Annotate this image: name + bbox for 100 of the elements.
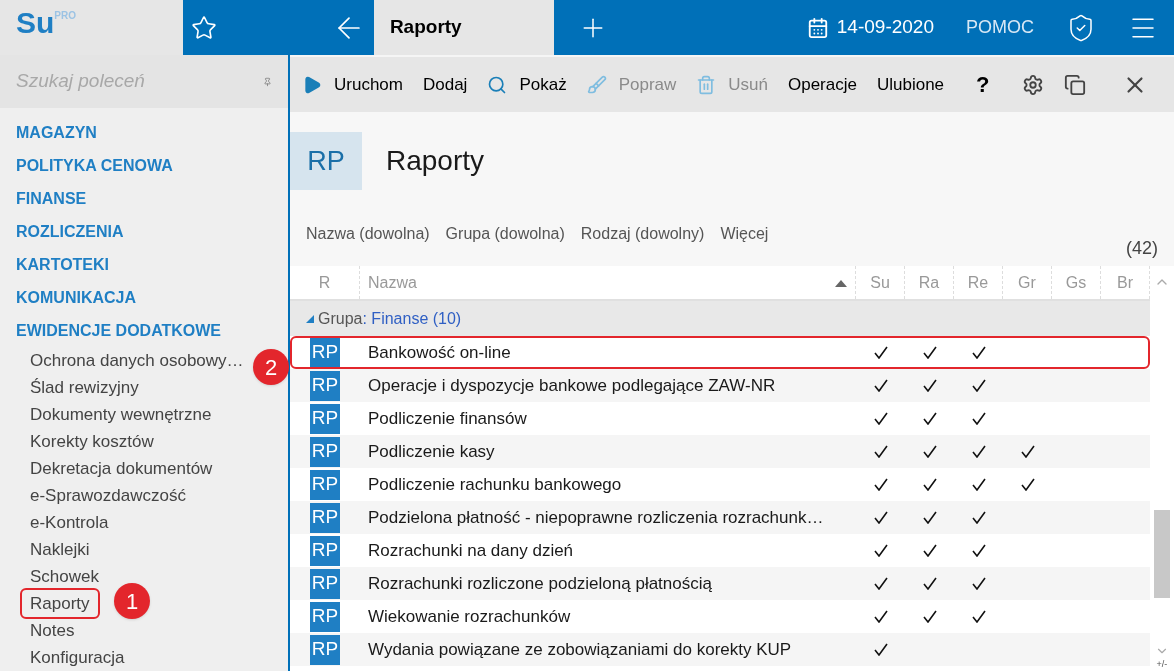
sidebar-item[interactable]: Konfiguracja — [22, 644, 133, 671]
toolbar-button[interactable]: Ulubione — [876, 71, 945, 98]
brush-icon — [586, 74, 607, 95]
sidebar-item[interactable]: e-Sprawozdawczość — [22, 482, 194, 509]
check-icon — [922, 412, 937, 425]
report-name: Podliczenie kasy — [367, 440, 496, 463]
report-name: Rozrachunki na dany dzień — [367, 539, 575, 562]
report-type-icon: RP — [310, 568, 340, 599]
table-row[interactable]: RP Bankowość on-line — [290, 336, 1150, 369]
check-icon — [922, 511, 937, 524]
toolbar-button[interactable]: Dodaj — [422, 71, 468, 98]
report-type-icon: RP — [310, 337, 340, 368]
report-name: Podliczenie finansów — [367, 407, 528, 430]
report-name: Operacje i dyspozycje bankowe podlegające ZAW-NR — [367, 374, 777, 397]
calendar-icon[interactable] — [806, 16, 829, 39]
report-name: Bankowość on-line — [367, 341, 512, 364]
report-name: Wiekowanie rozrachunków — [367, 605, 572, 628]
group-value: : Finanse (10) — [362, 308, 462, 329]
filter-link[interactable]: Rodzaj (dowolny) — [580, 222, 705, 246]
report-type-icon: RP — [310, 634, 340, 665]
sidebar-item[interactable]: Notes — [22, 617, 83, 644]
check-icon — [922, 445, 937, 458]
trash-icon — [696, 74, 717, 95]
table-row[interactable]: RP Wydania powiązane ze zobowiązaniami do korekty KUP — [290, 633, 1150, 666]
check-icon — [922, 577, 937, 590]
sidebar-section[interactable]: KOMUNIKACJA — [0, 281, 288, 314]
report-type-icon: RP — [310, 535, 340, 566]
check-icon — [873, 511, 888, 524]
sidebar-item[interactable]: Schowek — [22, 563, 107, 590]
report-type-icon: RP — [310, 601, 340, 632]
toggle-text[interactable]: +/- — [1156, 657, 1168, 671]
check-icon — [873, 544, 888, 557]
report-type-icon: RP — [310, 436, 340, 467]
table-row[interactable]: RP Rozrachunki rozliczone podzieloną płatnością — [290, 567, 1150, 600]
sidebar-item[interactable]: Ochrona danych osobowy… — [22, 347, 252, 374]
check-icon — [922, 478, 937, 491]
table-row[interactable]: RP Podzielona płatność - niepoprawne rozliczenia rozrachunk… — [290, 501, 1150, 534]
sidebar-section[interactable]: POLITYKA CENOWA — [0, 149, 288, 182]
filter-link[interactable]: Grupa (dowolna) — [445, 222, 565, 246]
check-icon — [922, 346, 937, 359]
settings-icon[interactable] — [1021, 73, 1044, 96]
sidebar-item[interactable]: e-Kontrola — [22, 509, 117, 536]
search-field[interactable]: Szukaj poleceń — [0, 55, 288, 108]
date-text[interactable]: 14-09-2020 — [836, 13, 934, 42]
sidebar-item[interactable]: Dekretacja dokumentów — [22, 455, 221, 482]
check-icon — [873, 610, 888, 623]
check-icon — [1020, 478, 1035, 491]
report-name: Podzielona płatność - niepoprawne rozliczenia rozrachunk… — [367, 506, 825, 529]
toolbar-button[interactable]: Uruchom — [302, 71, 403, 98]
check-icon — [971, 478, 986, 491]
help-link[interactable]: POMOC — [966, 14, 1034, 41]
group-label: Grupa — [318, 308, 363, 329]
check-icon — [971, 544, 986, 557]
sidebar-section[interactable]: MAGAZYN — [0, 116, 288, 149]
toolbar-button[interactable]: Pokaż — [487, 71, 567, 98]
scrollbar-thumb[interactable] — [1154, 510, 1170, 598]
active-tab[interactable]: Raporty — [373, 0, 554, 55]
check-icon — [873, 478, 888, 491]
filter-link[interactable]: Więcej — [720, 222, 769, 246]
sidebar-item[interactable]: Korekty kosztów — [22, 428, 162, 455]
expand-triangle-icon[interactable] — [306, 314, 314, 323]
check-icon — [971, 610, 986, 623]
check-icon — [971, 379, 986, 392]
check-icon — [922, 379, 937, 392]
report-badge: RP — [290, 132, 362, 190]
check-icon — [1020, 445, 1035, 458]
sidebar-item[interactable]: Dokumenty wewnętrzne — [22, 401, 220, 428]
sidebar-section[interactable]: KARTOTEKI — [0, 248, 288, 281]
search-input[interactable]: Szukaj poleceń — [16, 67, 263, 96]
group-row[interactable]: Grupa: Finanse (10) — [290, 301, 1150, 336]
check-icon — [922, 544, 937, 557]
check-icon — [922, 610, 937, 623]
favorites-star-icon[interactable] — [191, 14, 217, 41]
sidebar-section[interactable]: EWIDENCJE DODATKOWE — [0, 314, 288, 347]
table-row[interactable]: RP Podliczenie kasy — [290, 435, 1150, 468]
table-row[interactable]: RP Operacje i dyspozycje bankowe podlegające ZAW-NR — [290, 369, 1150, 402]
check-icon — [971, 577, 986, 590]
sidebar-section[interactable]: FINANSE — [0, 182, 288, 215]
search-icon — [487, 74, 508, 95]
check-icon — [873, 445, 888, 458]
sidebar-item[interactable]: Naklejki — [22, 536, 98, 563]
filter-link[interactable]: Nazwa (dowolna) — [306, 222, 430, 246]
sidebar-item[interactable]: Raporty — [22, 590, 98, 617]
help-button[interactable]: ? — [976, 68, 990, 101]
toolbar-button[interactable]: Operacje — [787, 71, 857, 98]
sidebar-section[interactable]: ROZLICZENIA — [0, 215, 288, 248]
check-icon — [873, 577, 888, 590]
check-icon — [971, 346, 986, 359]
report-name: Rozrachunki rozliczone podzieloną płatnością — [367, 572, 713, 595]
report-type-icon: RP — [310, 403, 340, 434]
sort-up-icon — [835, 278, 847, 287]
check-icon — [873, 643, 888, 656]
sidebar-item[interactable]: Ślad rewizyjny — [22, 374, 147, 401]
check-icon — [873, 412, 888, 425]
report-name: Wydania powiązane ze zobowiązaniami do korekty KUP — [367, 638, 793, 661]
record-count: (42) — [1126, 237, 1158, 260]
report-type-icon: RP — [310, 469, 340, 500]
check-icon — [971, 445, 986, 458]
restore-window-icon[interactable] — [1063, 73, 1086, 96]
check-icon — [873, 379, 888, 392]
